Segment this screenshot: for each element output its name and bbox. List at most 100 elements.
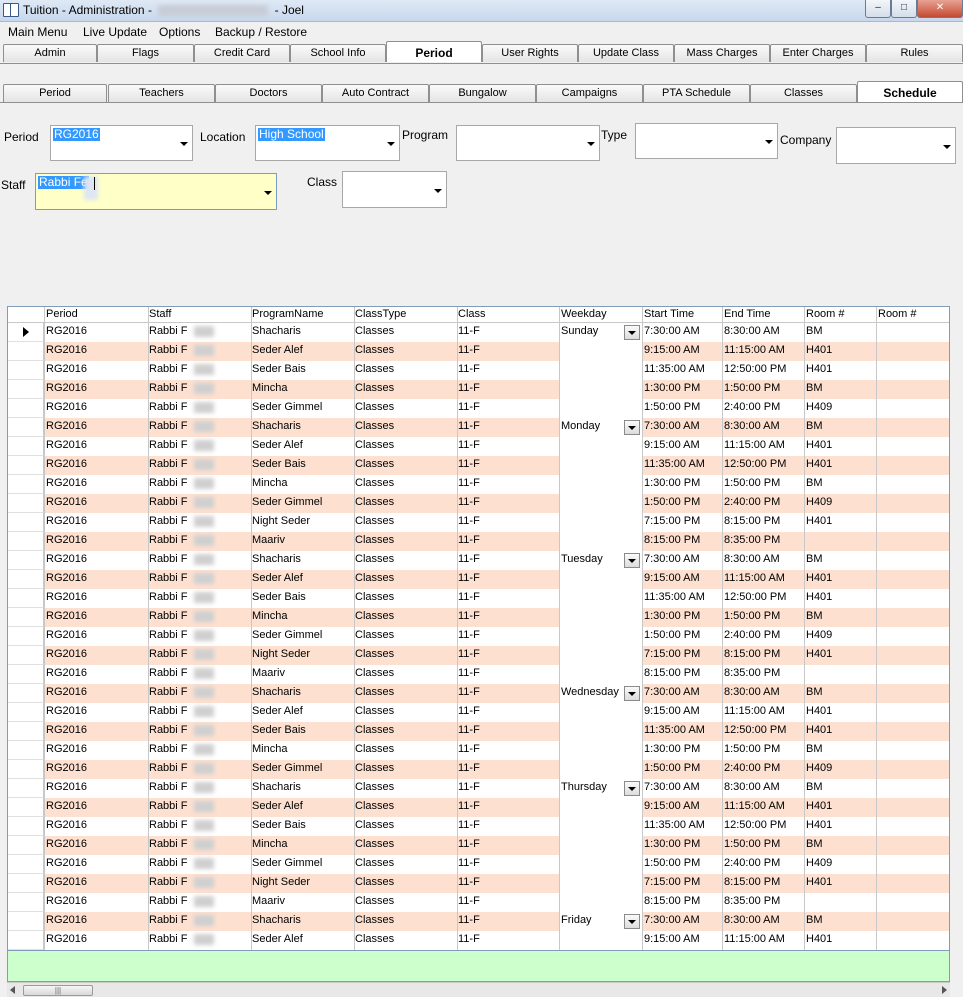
tab-admin[interactable]: Admin [3, 44, 97, 62]
cell-start-time[interactable]: 9:15:00 AM [644, 800, 700, 812]
tab-user-rights[interactable]: User Rights [482, 44, 578, 62]
cell-staff[interactable]: Rabbi F [149, 610, 188, 622]
cell-staff[interactable]: Rabbi F [149, 838, 188, 850]
cell-program[interactable]: Seder Gimmel [252, 857, 322, 869]
col-header-room-2[interactable]: Room # [878, 308, 917, 320]
cell-classtype[interactable]: Classes [355, 515, 394, 527]
cell-end-time[interactable]: 8:30:00 AM [724, 325, 780, 337]
cell-program[interactable]: Mincha [252, 610, 287, 622]
cell-program[interactable]: Seder Alef [252, 705, 303, 717]
cell-end-time[interactable]: 1:50:00 PM [724, 382, 780, 394]
col-header-room[interactable]: Room # [806, 308, 845, 320]
row-selector[interactable] [8, 323, 44, 342]
row-selector[interactable] [8, 437, 44, 456]
cell-period[interactable]: RG2016 [46, 553, 87, 565]
chevron-down-icon[interactable] [180, 142, 188, 146]
table-row[interactable]: RG2016 Rabbi F Seder Bais Classes 11-F 11:35:… [8, 361, 949, 380]
cell-start-time[interactable]: 7:30:00 AM [644, 325, 700, 337]
subtab-doctors[interactable]: Doctors [215, 84, 322, 102]
tab-enter-charges[interactable]: Enter Charges [770, 44, 866, 62]
cell-start-time[interactable]: 7:15:00 PM [644, 648, 700, 660]
table-row[interactable]: RG2016 Rabbi F Shacharis Classes 11-F 7:30:00… [8, 779, 949, 798]
row-selector[interactable] [8, 570, 44, 589]
row-selector[interactable] [8, 722, 44, 741]
cell-start-time[interactable]: 1:50:00 PM [644, 629, 700, 641]
cell-staff[interactable]: Rabbi F [149, 724, 188, 736]
tab-period[interactable]: Period [386, 41, 482, 62]
cell-classtype[interactable]: Classes [355, 439, 394, 451]
cell-program[interactable]: Maariv [252, 667, 285, 679]
cell-room[interactable]: H401 [806, 648, 832, 660]
cell-period[interactable]: RG2016 [46, 496, 87, 508]
cell-classtype[interactable]: Classes [355, 496, 394, 508]
cell-end-time[interactable]: 12:50:00 PM [724, 591, 786, 603]
row-selector[interactable] [8, 684, 44, 703]
cell-start-time[interactable]: 1:30:00 PM [644, 477, 700, 489]
cell-end-time[interactable]: 12:50:00 PM [724, 458, 786, 470]
cell-room[interactable]: H401 [806, 933, 832, 945]
table-row[interactable]: RG2016 Rabbi F Shacharis Classes 11-F 7:30:00… [8, 684, 949, 703]
subtab-campaigns[interactable]: Campaigns [536, 84, 643, 102]
cell-classtype[interactable]: Classes [355, 401, 394, 413]
cell-end-time[interactable]: 12:50:00 PM [724, 363, 786, 375]
cell-staff[interactable]: Rabbi F [149, 895, 188, 907]
cell-class[interactable]: 11-F [458, 724, 480, 736]
cell-start-time[interactable]: 1:50:00 PM [644, 401, 700, 413]
cell-staff[interactable]: Rabbi F [149, 914, 188, 926]
cell-class[interactable]: 11-F [458, 325, 480, 337]
cell-class[interactable]: 11-F [458, 762, 480, 774]
cell-classtype[interactable]: Classes [355, 724, 394, 736]
cell-room[interactable]: H409 [806, 629, 832, 641]
cell-program[interactable]: Shacharis [252, 553, 301, 565]
cell-class[interactable]: 11-F [458, 363, 480, 375]
cell-class[interactable]: 11-F [458, 667, 480, 679]
cell-start-time[interactable]: 11:35:00 AM [644, 458, 705, 470]
cell-class[interactable]: 11-F [458, 401, 480, 413]
tab-mass-charges[interactable]: Mass Charges [674, 44, 770, 62]
table-row[interactable]: RG2016 Rabbi F Maariv Classes 11-F 8:15:00 PM… [8, 665, 949, 684]
cell-program[interactable]: Seder Bais [252, 363, 306, 375]
row-selector[interactable] [8, 912, 44, 931]
cell-class[interactable]: 11-F [458, 572, 480, 584]
cell-classtype[interactable]: Classes [355, 363, 394, 375]
cell-class[interactable]: 11-F [458, 515, 480, 527]
cell-classtype[interactable]: Classes [355, 648, 394, 660]
cell-end-time[interactable]: 11:15:00 AM [724, 933, 785, 945]
subtab-schedule[interactable]: Schedule [857, 81, 963, 102]
cell-program[interactable]: Maariv [252, 895, 285, 907]
weekday-dropdown-icon[interactable] [624, 325, 640, 340]
cell-room[interactable]: BM [806, 420, 823, 432]
tab-flags[interactable]: Flags [97, 44, 194, 62]
cell-period[interactable]: RG2016 [46, 382, 87, 394]
chevron-down-icon[interactable] [387, 142, 395, 146]
minimize-button[interactable]: – [865, 0, 891, 18]
cell-period[interactable]: RG2016 [46, 401, 87, 413]
cell-classtype[interactable]: Classes [355, 591, 394, 603]
cell-class[interactable]: 11-F [458, 819, 480, 831]
menu-options[interactable]: Options [159, 25, 200, 39]
cell-program[interactable]: Shacharis [252, 914, 301, 926]
cell-end-time[interactable]: 2:40:00 PM [724, 496, 780, 508]
cell-class[interactable]: 11-F [458, 553, 480, 565]
cell-staff[interactable]: Rabbi F [149, 534, 188, 546]
row-selector[interactable] [8, 703, 44, 722]
table-row[interactable]: RG2016 Rabbi F Seder Gimmel Classes 11-F 1:50… [8, 399, 949, 418]
cell-program[interactable]: Seder Alef [252, 572, 303, 584]
cell-classtype[interactable]: Classes [355, 800, 394, 812]
cell-period[interactable]: RG2016 [46, 933, 87, 945]
cell-period[interactable]: RG2016 [46, 895, 87, 907]
row-selector[interactable] [8, 741, 44, 760]
cell-classtype[interactable]: Classes [355, 420, 394, 432]
cell-end-time[interactable]: 8:15:00 PM [724, 515, 780, 527]
cell-period[interactable]: RG2016 [46, 838, 87, 850]
cell-room[interactable]: H401 [806, 591, 832, 603]
cell-program[interactable]: Seder Gimmel [252, 401, 322, 413]
col-header-classtype[interactable]: ClassType [355, 308, 406, 320]
cell-classtype[interactable]: Classes [355, 477, 394, 489]
cell-end-time[interactable]: 8:35:00 PM [724, 667, 780, 679]
cell-end-time[interactable]: 11:15:00 AM [724, 344, 785, 356]
cell-start-time[interactable]: 11:35:00 AM [644, 819, 705, 831]
cell-room[interactable]: H409 [806, 762, 832, 774]
schedule-grid[interactable]: Period Staff ProgramName ClassType Class… [7, 306, 950, 951]
cell-room[interactable]: BM [806, 686, 823, 698]
